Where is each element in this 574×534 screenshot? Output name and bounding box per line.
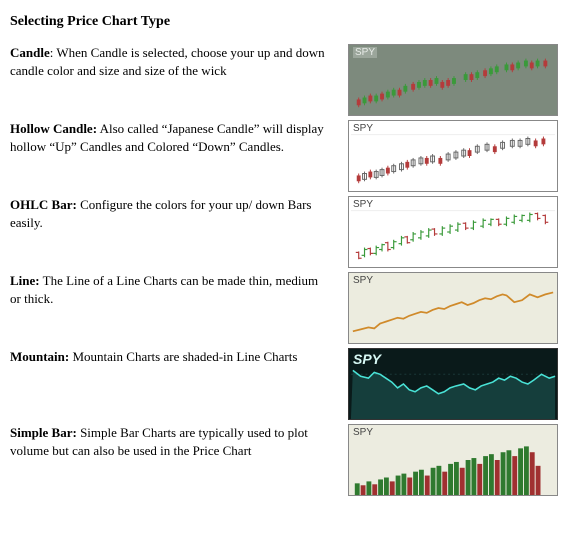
ohlc-title: OHLC Bar: — [10, 197, 77, 212]
chart-ticker-label: SPY — [353, 199, 373, 210]
chart-ticker-label: SPY — [353, 351, 381, 367]
simple-bar-chart-thumbnail: SPY — [348, 424, 558, 496]
line-chart-thumbnail: SPY — [348, 272, 558, 344]
candle-text: : When Candle is selected, choose your u… — [10, 45, 325, 78]
line-text: The Line of a Line Charts can be made th… — [10, 273, 318, 306]
line-chart-icon — [349, 273, 557, 343]
simple-bar-chart-icon — [349, 425, 557, 495]
chart-ticker-label: SPY — [353, 275, 373, 286]
page-title: Selecting Price Chart Type — [10, 14, 564, 30]
document-page: Selecting Price Chart Type Candle: When … — [0, 0, 574, 510]
candle-description: Candle: When Candle is selected, choose … — [10, 44, 348, 79]
hollow-candle-chart-thumbnail: SPY — [348, 120, 558, 192]
candle-title: Candle — [10, 45, 50, 60]
chart-ticker-label: SPY — [353, 123, 373, 134]
section-mountain: Mountain: Mountain Charts are shaded-in … — [10, 348, 564, 420]
ohlc-chart-thumbnail: SPY — [348, 196, 558, 268]
hollow-candle-title: Hollow Candle: — [10, 121, 97, 136]
section-hollow-candle: Hollow Candle: Also called “Japanese Can… — [10, 120, 564, 192]
mountain-chart-thumbnail: SPY — [348, 348, 558, 420]
candle-chart-icon — [349, 45, 557, 115]
ohlc-description: OHLC Bar: Configure the colors for your … — [10, 196, 348, 231]
chart-ticker-label: SPY — [353, 427, 373, 438]
section-ohlc: OHLC Bar: Configure the colors for your … — [10, 196, 564, 268]
section-candle: Candle: When Candle is selected, choose … — [10, 44, 564, 116]
line-description: Line: The Line of a Line Charts can be m… — [10, 272, 348, 307]
mountain-title: Mountain: — [10, 349, 69, 364]
section-simple-bar: Simple Bar: Simple Bar Charts are typica… — [10, 424, 564, 496]
hollow-candle-description: Hollow Candle: Also called “Japanese Can… — [10, 120, 348, 155]
mountain-description: Mountain: Mountain Charts are shaded-in … — [10, 348, 348, 366]
hollow-candle-chart-icon — [349, 121, 557, 191]
simple-bar-title: Simple Bar: — [10, 425, 77, 440]
line-title: Line: — [10, 273, 40, 288]
section-line: Line: The Line of a Line Charts can be m… — [10, 272, 564, 344]
ohlc-chart-icon — [349, 197, 557, 267]
simple-bar-description: Simple Bar: Simple Bar Charts are typica… — [10, 424, 348, 459]
candle-chart-thumbnail: SPY — [348, 44, 558, 116]
chart-ticker-label: SPY — [353, 47, 377, 58]
mountain-text: Mountain Charts are shaded-in Line Chart… — [69, 349, 297, 364]
